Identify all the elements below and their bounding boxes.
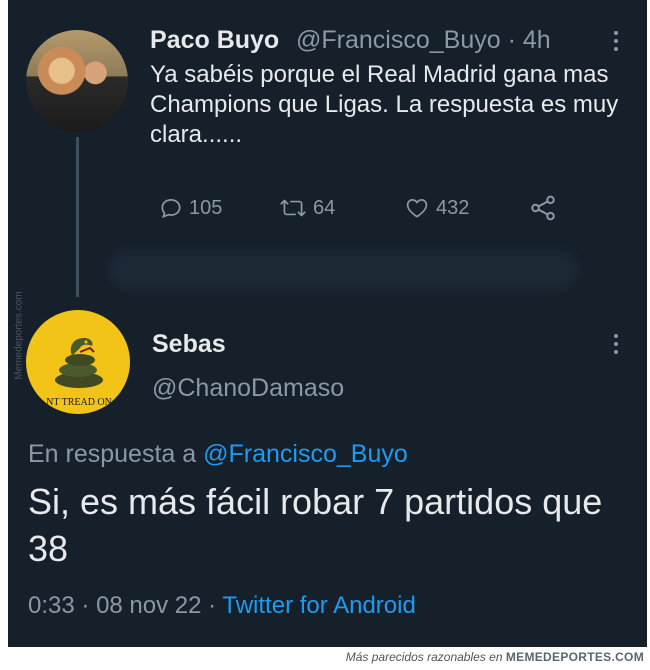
share-button[interactable] [528, 190, 563, 226]
like-icon [406, 199, 428, 218]
more-icon[interactable] [604, 329, 628, 359]
replying-to: En respuesta a @Francisco_Buyo [28, 440, 408, 469]
footer-brand[interactable]: MEMEDEPORTES.COM [506, 650, 644, 664]
more-icon[interactable] [604, 26, 628, 56]
replying-to-prefix: En respuesta a [28, 440, 197, 468]
snake-icon [55, 338, 103, 388]
reply-display-name[interactable]: Sebas [152, 330, 226, 359]
reply-time[interactable]: 0:33 [28, 592, 75, 619]
thread-line [76, 137, 79, 297]
retweet-count: 64 [313, 196, 336, 219]
separator-dot: · [507, 26, 516, 54]
reply-date[interactable]: 08 nov 22 [96, 592, 201, 619]
action-bar: 105 64 432 [148, 190, 568, 226]
original-handle-row: @Francisco_Buyo · 4h [296, 26, 551, 55]
like-count: 432 [436, 196, 470, 219]
retweet-icon [280, 199, 306, 217]
original-time[interactable]: 4h [523, 26, 551, 54]
blurred-row [108, 250, 578, 290]
separator-dot: · [81, 592, 90, 619]
original-display-name[interactable]: Paco Buyo [150, 26, 279, 55]
tweet-card: Paco Buyo @Francisco_Buyo · 4h Ya sabéis… [8, 0, 647, 647]
replying-to-handle-link[interactable]: @Francisco_Buyo [203, 440, 408, 468]
footer-caption: Más parecidos razonables en [345, 650, 503, 664]
reply-handle[interactable]: @ChanoDamaso [152, 374, 344, 403]
source-link[interactable]: Twitter for Android [222, 592, 415, 619]
side-watermark: Memedeportes.com [13, 291, 25, 380]
reply-tweet-text: Si, es más fácil robar 7 partidos que 38 [28, 481, 603, 569]
separator-dot: · [208, 592, 217, 619]
original-handle[interactable]: @Francisco_Buyo [296, 26, 501, 54]
avatar-caption: NT TREAD ON [46, 397, 112, 408]
reply-button[interactable]: 105 [158, 190, 222, 226]
reply-meta: 0:33 · 08 nov 22 · Twitter for Android [28, 592, 416, 620]
like-button[interactable]: 432 [403, 190, 469, 226]
reply-icon [161, 199, 181, 219]
avatar-paco-buyo[interactable] [26, 30, 128, 132]
original-tweet-text: Ya sabéis porque el Real Madrid gana mas… [150, 61, 619, 148]
footer-watermark: Más parecidos razonables en MEMEDEPORTES… [0, 647, 650, 670]
footer-text: Más parecidos razonables en MEMEDEPORTES… [346, 650, 644, 664]
retweet-button[interactable]: 64 [278, 190, 335, 226]
avatar-sebas[interactable]: NT TREAD ON [26, 310, 130, 414]
share-icon [531, 195, 555, 221]
reply-count: 105 [189, 196, 223, 219]
